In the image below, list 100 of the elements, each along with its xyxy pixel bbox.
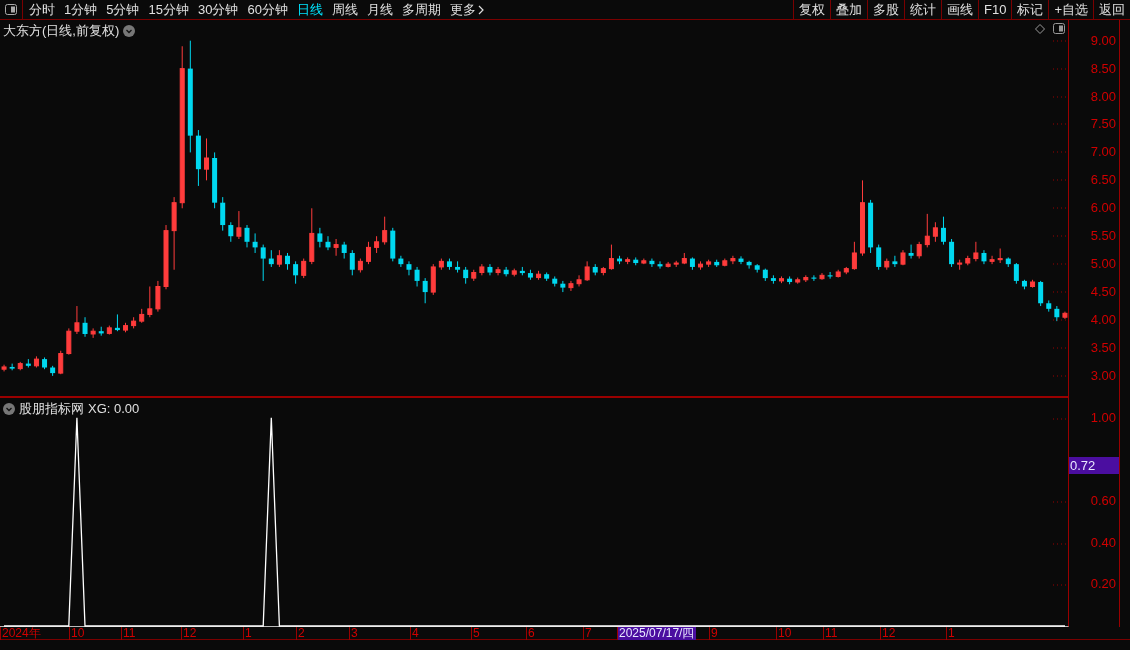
date-axis-label: 2024年 (0, 627, 41, 640)
price-axis-label: 5.00 (1090, 257, 1116, 272)
period-tab[interactable]: 1分钟 (64, 0, 98, 20)
date-axis-label: 10 (69, 627, 85, 640)
candlestick (657, 260, 663, 270)
toolbar-action-button[interactable]: 标记 (1012, 0, 1050, 19)
cursor-value-label: 0.72 (1069, 457, 1119, 474)
candlestick (301, 258, 307, 279)
price-axis-label: 7.00 (1090, 145, 1116, 160)
candlestick (74, 305, 80, 335)
candlestick (576, 274, 582, 287)
period-tab[interactable]: 日线 (296, 0, 323, 20)
chevron-right-icon (477, 4, 484, 15)
chart-title: 大东方(日线,前复权) (3, 22, 120, 40)
price-axis-label: 3.50 (1090, 340, 1116, 355)
toolbar-action-button[interactable]: 画线 (942, 0, 979, 19)
price-axis-label: 7.50 (1090, 117, 1116, 132)
candlestick (82, 316, 88, 338)
price-axis-label: 5.50 (1090, 229, 1116, 244)
date-axis-label: 12 (181, 627, 197, 640)
chevron-down-circle-icon[interactable] (123, 24, 136, 37)
candlestick (892, 255, 898, 268)
toolbar-action-button[interactable]: 多股 (868, 0, 905, 19)
indicator-axis-label: 0.20 (1090, 577, 1116, 592)
date-axis-label: 1 (946, 627, 955, 640)
period-tab[interactable]: 多周期 (401, 0, 441, 20)
price-axis-label: 8.00 (1090, 89, 1116, 104)
date-axis-label: 9 (709, 627, 718, 640)
period-tab[interactable]: 30分钟 (197, 0, 239, 20)
candlestick (1038, 280, 1044, 307)
toolbar-action-button[interactable]: +自选 (1049, 0, 1094, 19)
candlestick (949, 238, 955, 268)
date-axis-label: 5 (471, 627, 480, 640)
toolbar-action-button[interactable]: F10 (979, 0, 1013, 19)
candlestick (204, 137, 210, 181)
candlestick (568, 280, 574, 292)
candlestick (495, 266, 501, 276)
date-axis-label: 10 (776, 627, 792, 640)
toolbar-action-button[interactable]: 复权 (794, 0, 831, 19)
candlestick (228, 221, 234, 243)
indicator-axis-label: 1.00 (1090, 410, 1116, 425)
indicator-axis-label: 0.40 (1090, 535, 1116, 550)
date-axis-label: 11 (121, 627, 136, 640)
candlestick (851, 241, 857, 271)
date-axis-label: 1 (243, 627, 252, 640)
candlestick (147, 286, 153, 318)
date-axis-label: 7 (583, 627, 592, 640)
candlestick (989, 255, 995, 265)
candlestick (940, 216, 946, 246)
grid-dots (1053, 319, 1067, 321)
candlestick (333, 238, 339, 257)
candlestick (932, 221, 938, 243)
candlestick (422, 277, 428, 304)
diamond-icon[interactable] (1035, 23, 1045, 34)
candlestick (365, 241, 371, 265)
price-axis-label: 4.50 (1090, 285, 1116, 300)
candlestick (608, 244, 614, 271)
more-menu-button[interactable]: 更多 (449, 0, 484, 20)
candlestick (293, 260, 299, 285)
panel-toggle-icon (5, 4, 17, 15)
candlestick (924, 213, 930, 248)
price-axis-label: 6.50 (1090, 173, 1116, 188)
candlestick (414, 266, 420, 287)
candlestick (487, 263, 493, 276)
candlestick (1013, 262, 1019, 285)
candlestick (973, 241, 979, 262)
indicator-axis-label: 0.60 (1090, 494, 1116, 509)
period-tab[interactable]: 15分钟 (148, 0, 189, 20)
toolbar-action-button[interactable]: 叠加 (831, 0, 868, 19)
price-axis-label: 8.50 (1090, 61, 1116, 76)
candlestick (349, 249, 355, 276)
period-tab[interactable]: 5分钟 (106, 0, 140, 20)
panel-toggle-icon[interactable] (1053, 23, 1065, 34)
price-axis-label: 9.00 (1090, 33, 1116, 48)
toolbar-action-button[interactable]: 返回 (1094, 0, 1130, 19)
candlestick (406, 260, 412, 276)
period-tab[interactable]: 分时 (29, 0, 55, 20)
candlestick (584, 260, 590, 282)
candlestick (66, 327, 72, 356)
candlestick (9, 363, 15, 371)
date-axis-label: 11 (823, 627, 838, 640)
candlestick (244, 224, 250, 248)
date-axis-label: 2 (296, 627, 305, 640)
date-axis-label: 4 (410, 627, 419, 640)
indicator-name: 股朋指标网 (19, 400, 84, 418)
toolbar-action-button[interactable]: 统计 (905, 0, 942, 19)
price-axis-label: 6.00 (1090, 201, 1116, 216)
candlestick (155, 280, 161, 313)
period-tab[interactable]: 60分钟 (247, 0, 288, 20)
date-axis-label: 12 (880, 627, 896, 640)
candlestick (382, 216, 388, 246)
chevron-down-circle-icon[interactable] (3, 402, 15, 415)
date-axis-label: 2025/07/17/四 (617, 627, 697, 640)
candlestick (260, 244, 266, 282)
indicator-readout: XG: 0.00 (88, 400, 140, 418)
period-tab[interactable]: 周线 (331, 0, 358, 20)
candlestick (876, 244, 882, 271)
candlestick (90, 327, 96, 339)
period-tab[interactable]: 月线 (366, 0, 393, 20)
price-axis-label: 4.00 (1090, 313, 1116, 327)
